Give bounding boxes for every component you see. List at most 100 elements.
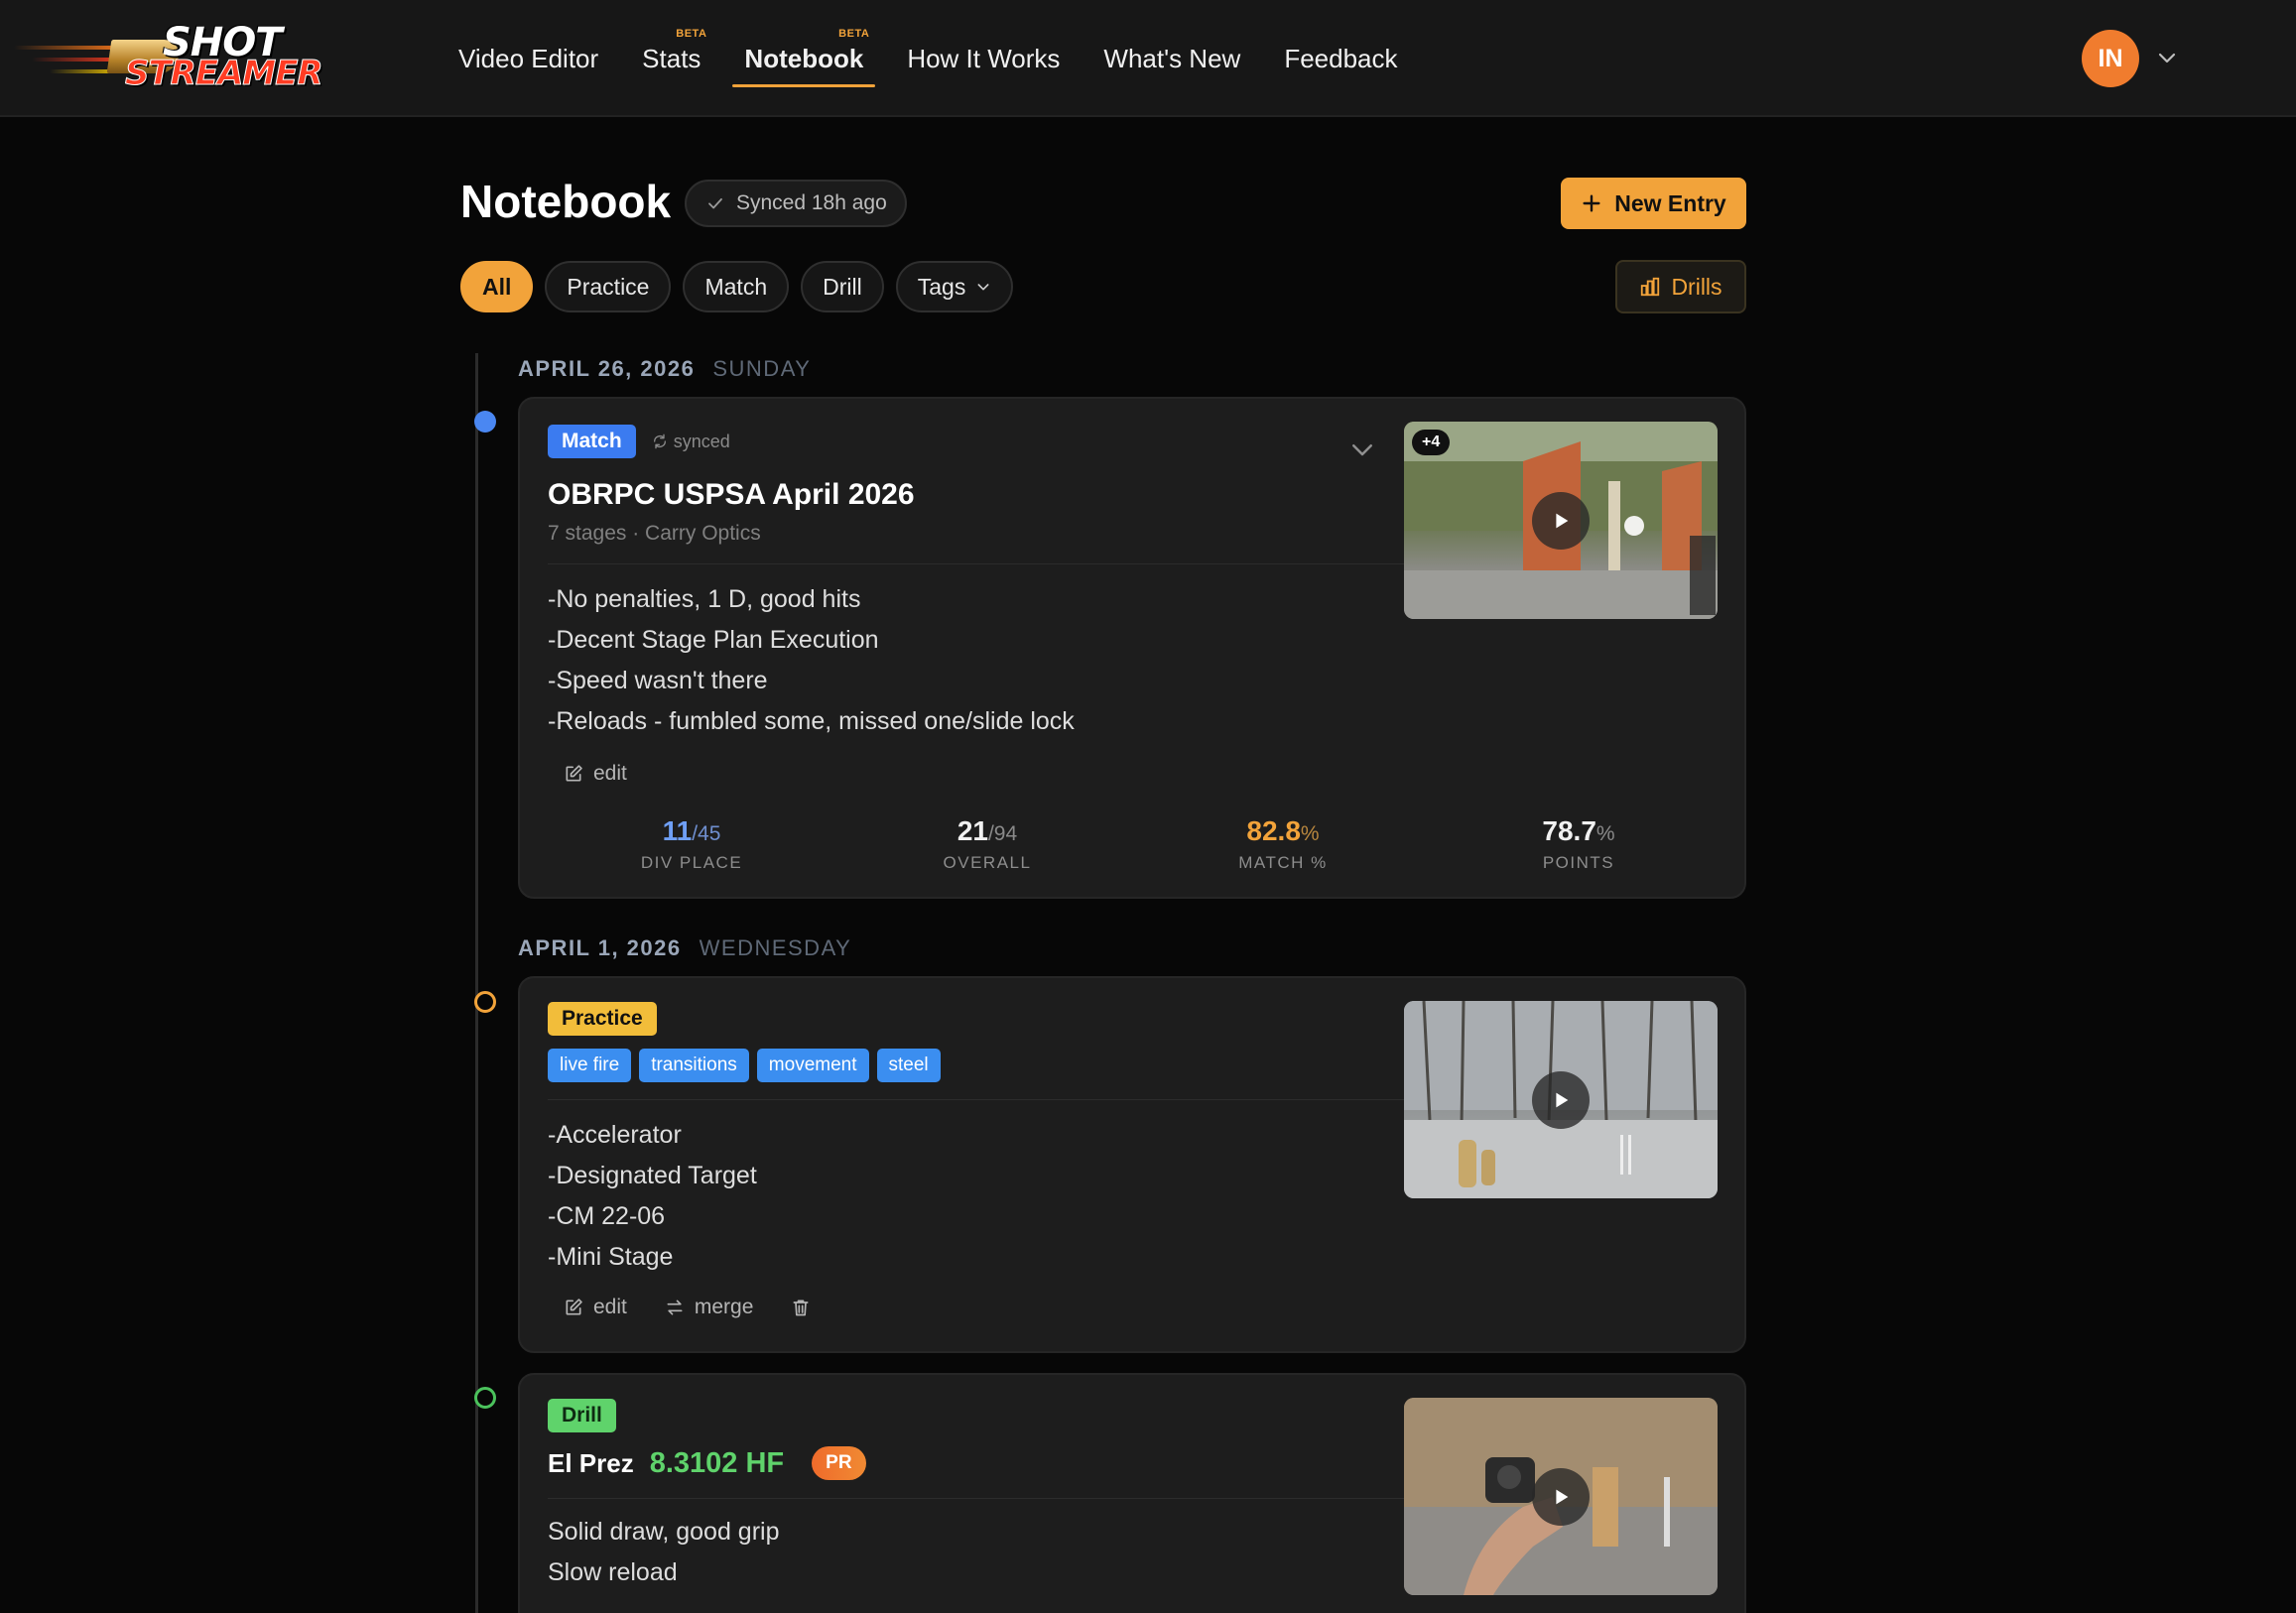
stat-value: 21/94: [839, 815, 1135, 847]
note-line: -Mini Stage: [548, 1243, 674, 1271]
tag-transitions[interactable]: transitions: [639, 1049, 749, 1082]
bar-chart-icon: [1641, 277, 1660, 297]
stat-number: 78.7: [1542, 815, 1596, 846]
nav-video-editor[interactable]: Video Editor: [437, 0, 620, 117]
edit-icon: [566, 765, 582, 782]
play-button[interactable]: [1532, 1467, 1590, 1526]
page-title: Notebook: [460, 176, 672, 227]
stat-overall: 21/94 OVERALL: [839, 815, 1135, 873]
delete-button[interactable]: [791, 1296, 811, 1319]
play-icon: [1556, 1092, 1569, 1107]
merge-label: merge: [694, 1296, 754, 1318]
nav-whats-new[interactable]: What's New: [1082, 0, 1262, 117]
note-line: -Accelerator: [548, 1121, 682, 1149]
tag-steel[interactable]: steel: [876, 1049, 941, 1082]
stat-value: 82.8%: [1135, 815, 1431, 847]
drill-name: El Prez: [548, 1447, 634, 1478]
stat-suffix: %: [1300, 822, 1320, 845]
nav-how-it-works[interactable]: How It Works: [885, 0, 1082, 117]
sync-status-pill: Synced 18h ago: [685, 180, 907, 227]
video-thumbnail[interactable]: +4: [1404, 422, 1718, 619]
chevron-down-icon[interactable]: [2155, 46, 2179, 69]
divider: [548, 1099, 1405, 1100]
user-avatar[interactable]: IN: [2082, 30, 2139, 87]
entry-subtitle: 7 stages · Carry Optics: [548, 522, 761, 545]
nav-notebook[interactable]: Notebook BETA: [722, 0, 885, 117]
more-media-badge: +4: [1412, 430, 1451, 455]
divider: [548, 1498, 1405, 1499]
note-line: -CM 22-06: [548, 1202, 666, 1230]
weekday-text: WEDNESDAY: [699, 935, 852, 960]
type-badge-practice: Practice: [548, 1002, 657, 1036]
sync-status-text: Synced 18h ago: [736, 191, 887, 214]
chevron-down-icon[interactable]: [1347, 434, 1377, 464]
nav-stats[interactable]: Stats BETA: [620, 0, 722, 117]
nav-label: What's New: [1103, 43, 1241, 73]
filter-drill[interactable]: Drill: [801, 261, 884, 312]
drills-button[interactable]: Drills: [1615, 260, 1746, 313]
timeline-dot-drill: [474, 1387, 496, 1409]
beta-badge: BETA: [838, 28, 870, 40]
timeline-dot-practice: [474, 991, 496, 1013]
filter-tags-dropdown[interactable]: Tags: [895, 261, 1014, 312]
video-thumbnail[interactable]: [1404, 1001, 1718, 1198]
shot-streamer-logo[interactable]: SHOT STREAMER: [14, 20, 331, 94]
filter-tags-label: Tags: [917, 273, 966, 300]
trash-icon: [793, 1300, 809, 1316]
nav-label: Feedback: [1284, 43, 1398, 73]
filter-bar: All Practice Match Drill Tags: [460, 261, 1014, 312]
stat-value: 78.7%: [1431, 815, 1726, 847]
entry-actions: edit merge: [564, 1296, 811, 1319]
logo-word-streamer: STREAMER: [125, 54, 324, 94]
stat-div-place: 11/45 DIV PLACE: [544, 815, 839, 873]
type-badge-drill: Drill: [548, 1399, 616, 1432]
note-line: -Reloads - fumbled some, missed one/slid…: [548, 707, 1075, 735]
pr-badge: PR: [812, 1446, 866, 1480]
nav-label: Stats: [642, 43, 702, 73]
filter-all[interactable]: All: [460, 261, 534, 312]
stat-number: 21: [957, 815, 988, 846]
type-badge-match: Match: [548, 425, 636, 458]
new-entry-label: New Entry: [1614, 189, 1726, 216]
nav-label: Video Editor: [458, 43, 599, 73]
edit-icon: [566, 1299, 582, 1315]
edit-button[interactable]: edit: [564, 1296, 627, 1319]
stat-number: 11: [662, 815, 693, 846]
stat-label: MATCH %: [1238, 853, 1328, 872]
note-line: -Speed wasn't there: [548, 667, 768, 694]
date-text: APRIL 26, 2026: [518, 356, 696, 381]
entry-card-match[interactable]: Match synced OBRPC USPSA April 2026 7 st…: [518, 397, 1746, 899]
entry-title: OBRPC USPSA April 2026: [548, 478, 915, 511]
edit-label: edit: [593, 762, 627, 785]
top-nav-bar: SHOT STREAMER Video Editor Stats BETA No…: [0, 0, 2296, 117]
plus-icon: [1583, 194, 1600, 212]
timeline-line: [475, 353, 478, 1613]
stat-value: 11/45: [544, 815, 839, 847]
entry-notes: -Accelerator -Designated Target -CM 22-0…: [548, 1115, 757, 1278]
match-stats: 11/45 DIV PLACE 21/94 OVERALL 82.8% MATC…: [520, 815, 1748, 873]
stat-number: 82.8: [1246, 815, 1301, 846]
date-header: APRIL 26, 2026 SUNDAY: [518, 356, 811, 382]
stat-match-pct: 82.8% MATCH %: [1135, 815, 1431, 873]
merge-button[interactable]: merge: [665, 1296, 754, 1319]
note-line: -No penalties, 1 D, good hits: [548, 585, 861, 613]
edit-button[interactable]: edit: [564, 762, 627, 786]
entry-card-practice[interactable]: Practice live fire transitions movement …: [518, 976, 1746, 1353]
new-entry-button[interactable]: New Entry: [1561, 178, 1746, 229]
weekday-text: SUNDAY: [712, 356, 812, 381]
tag-movement[interactable]: movement: [756, 1049, 869, 1082]
tag-live-fire[interactable]: live fire: [548, 1049, 632, 1082]
nav-feedback[interactable]: Feedback: [1262, 0, 1419, 117]
video-thumbnail[interactable]: [1404, 1398, 1718, 1595]
chevron-down-icon: [977, 284, 989, 291]
entry-notes: -No penalties, 1 D, good hits -Decent St…: [548, 579, 1075, 742]
stat-suffix: %: [1595, 822, 1615, 845]
main-nav: Video Editor Stats BETA Notebook BETA Ho…: [437, 0, 1420, 117]
play-button[interactable]: [1532, 1070, 1590, 1129]
filter-match[interactable]: Match: [683, 261, 790, 312]
entry-card-drill[interactable]: Drill El Prez 8.3102 HF PR Solid draw, g…: [518, 1373, 1746, 1613]
note-line: -Designated Target: [548, 1162, 757, 1189]
play-button[interactable]: [1532, 491, 1590, 550]
play-icon: [1556, 513, 1569, 528]
filter-practice[interactable]: Practice: [545, 261, 672, 312]
